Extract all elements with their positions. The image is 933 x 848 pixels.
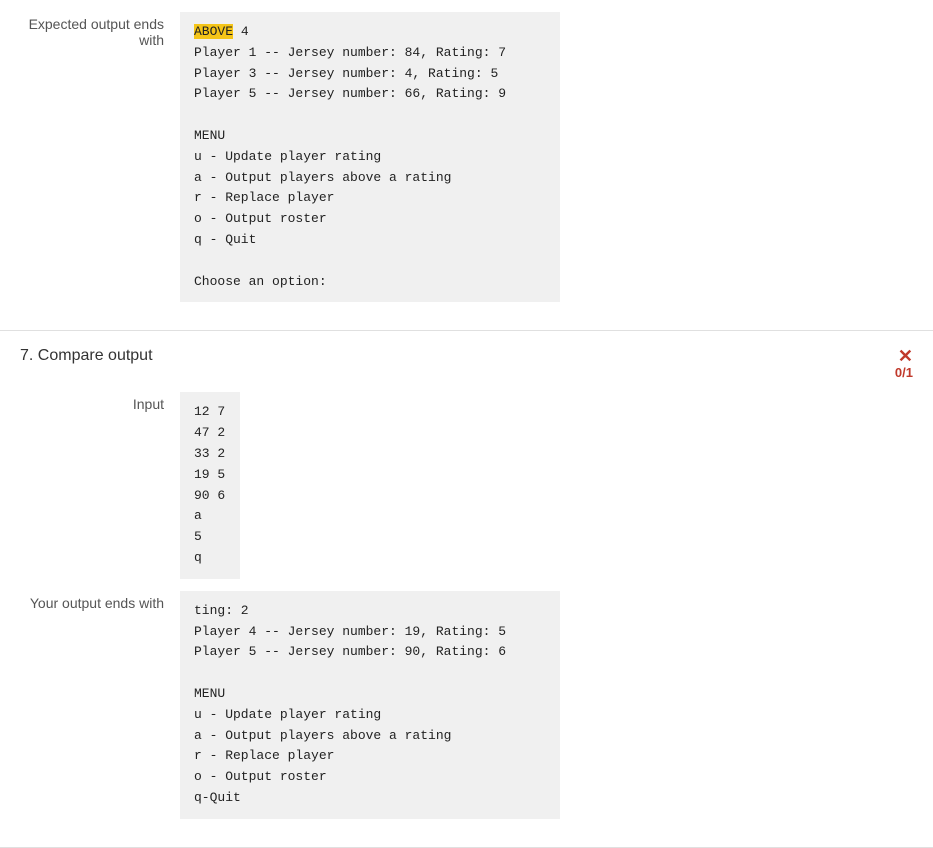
input-box: 12 7 47 2 33 2 19 5 90 6 a 5 q <box>180 392 240 578</box>
input-label: Input <box>20 392 180 412</box>
your-output-label: Your output ends with <box>20 591 180 611</box>
compare-output-header: 7. Compare output ✕ 0/1 <box>20 347 913 380</box>
score-column: ✕ 0/1 <box>895 347 913 380</box>
section-compare-output: 7. Compare output ✕ 0/1 Input 12 7 47 2 … <box>0 331 933 847</box>
score-badge: 0/1 <box>895 365 913 380</box>
input-row: Input 12 7 47 2 33 2 19 5 90 6 a 5 q <box>20 392 913 578</box>
page: Expected output ends with ABOVE 4 Player… <box>0 0 933 848</box>
compare-output-title: 7. Compare output <box>20 347 153 365</box>
expected-output-label: Expected output ends with <box>20 12 180 48</box>
expected-output-box: ABOVE 4 Player 1 -- Jersey number: 84, R… <box>180 12 560 302</box>
expected-output-row: Expected output ends with ABOVE 4 Player… <box>20 12 913 302</box>
your-output-row: Your output ends with ting: 2 Player 4 -… <box>20 591 913 819</box>
close-icon: ✕ <box>898 347 913 365</box>
section-expected-output: Expected output ends with ABOVE 4 Player… <box>0 0 933 331</box>
your-output-box: ting: 2 Player 4 -- Jersey number: 19, R… <box>180 591 560 819</box>
